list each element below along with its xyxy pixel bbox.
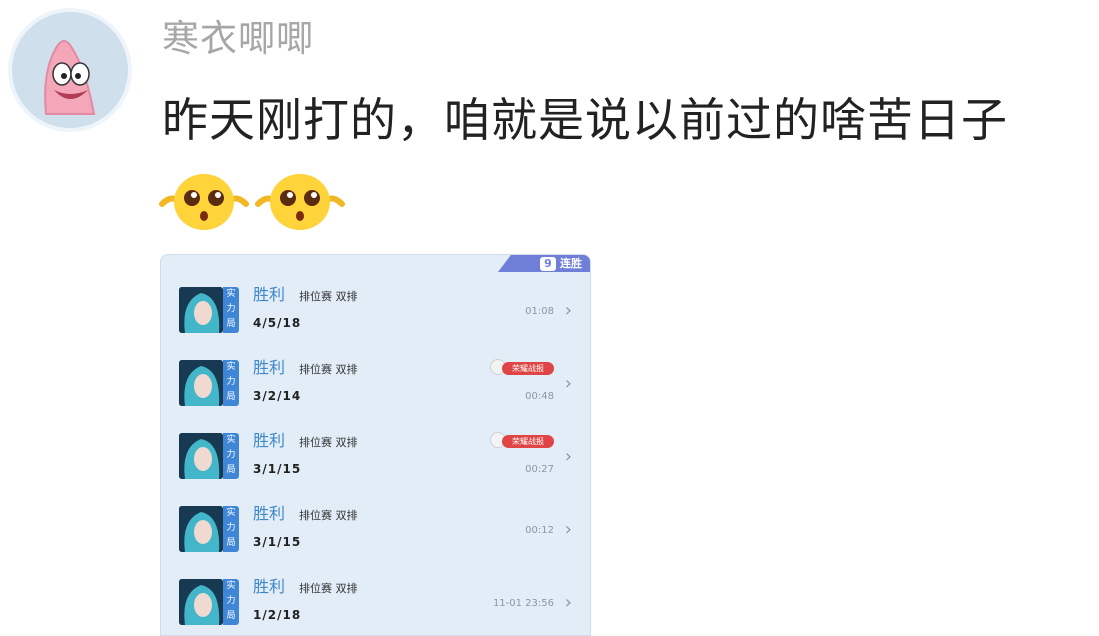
match-result: 胜利 [253,577,286,596]
chevron-right-icon[interactable]: › [565,519,572,541]
match-row[interactable]: 实力局 胜利 排位赛 双排 1/2/18 11-01 23:56 › [161,577,590,635]
match-mode: 排位赛 双排 [299,363,358,376]
match-kda: 1/2/18 [253,608,302,622]
match-time: 00:27 [525,464,554,475]
match-result: 胜利 [253,431,286,450]
chevron-right-icon[interactable]: › [565,373,572,395]
hero-portrait [179,433,223,479]
match-row[interactable]: 实力局 胜利 排位赛 双排 4/5/18 01:08 › [161,285,590,359]
pleading-face-icon [159,174,249,230]
match-time: 11-01 23:56 [492,598,554,609]
match-time: 01:08 [525,306,554,317]
match-result: 胜利 [253,504,286,523]
match-kda: 3/1/15 [253,535,302,549]
pleading-face-icon [255,174,345,230]
match-kda: 4/5/18 [253,316,302,330]
avatar[interactable] [8,8,132,132]
match-time: 00:12 [525,525,554,536]
chevron-right-icon[interactable]: › [565,300,572,322]
chevron-right-icon[interactable]: › [565,592,572,614]
match-badge: 实力局 [223,433,239,479]
hero-portrait [179,506,223,552]
hero-portrait [179,579,223,625]
comment-text: 昨天刚打的，咱就是说以前过的啥苦日子 [162,93,1008,147]
match-result: 胜利 [253,285,286,304]
win-streak-count: 9 [540,257,556,271]
match-mode: 排位赛 双排 [299,509,358,522]
win-streak-tag: 9 连胜 [498,255,590,272]
attached-screenshot[interactable]: 9 连胜 实力局 胜利 排位赛 双排 4/5/18 01:08 › 实力局 胜利 … [160,254,591,636]
report-tag: 荣耀战报 [502,435,554,448]
match-mode: 排位赛 双排 [299,436,358,449]
match-kda: 3/1/15 [253,462,302,476]
comment-username[interactable]: 寒衣唧唧 [162,16,314,62]
match-result: 胜利 [253,358,286,377]
match-badge: 实力局 [223,579,239,625]
match-badge: 实力局 [223,287,239,333]
hero-portrait [179,287,223,333]
match-row[interactable]: 实力局 胜利 排位赛 双排 3/1/15 荣耀战报 00:27 › [161,431,590,505]
patrick-star-avatar-icon [12,12,128,128]
match-mode: 排位赛 双排 [299,582,358,595]
win-streak-label: 连胜 [560,257,582,270]
match-mode: 排位赛 双排 [299,290,358,303]
match-time: 00:48 [525,391,554,402]
report-tag: 荣耀战报 [502,362,554,375]
hero-portrait [179,360,223,406]
match-badge: 实力局 [223,360,239,406]
chevron-right-icon[interactable]: › [565,446,572,468]
match-row[interactable]: 实力局 胜利 排位赛 双排 3/2/14 荣耀战报 00:48 › [161,358,590,432]
match-kda: 3/2/14 [253,389,302,403]
match-row[interactable]: 实力局 胜利 排位赛 双排 3/1/15 00:12 › [161,504,590,578]
match-badge: 实力局 [223,506,239,552]
